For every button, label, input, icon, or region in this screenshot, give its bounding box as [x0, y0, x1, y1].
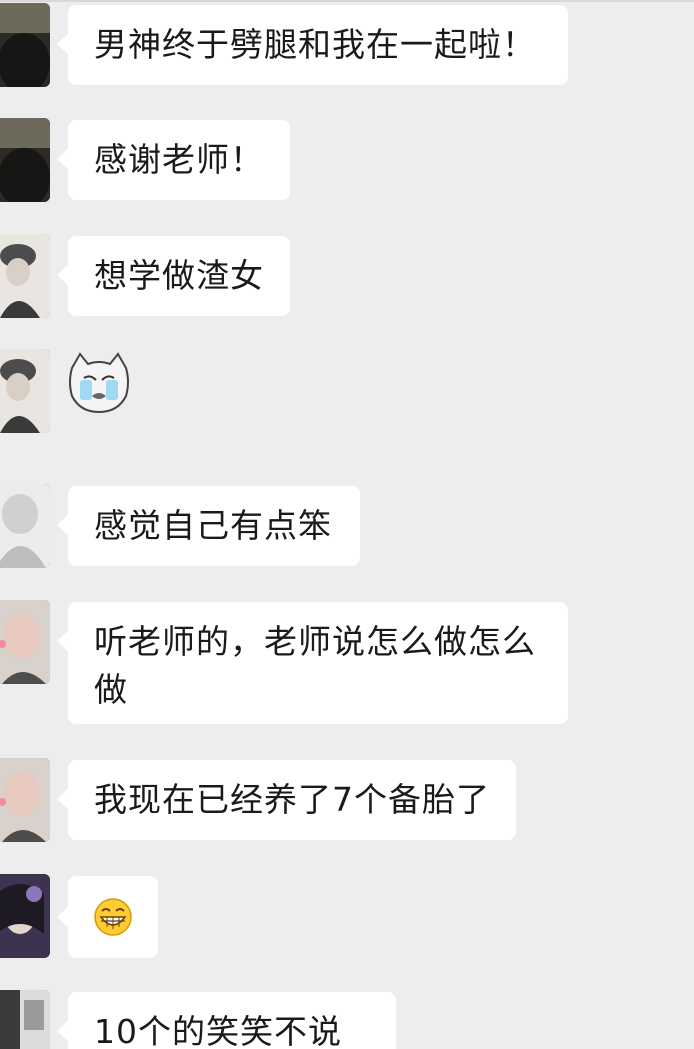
message-bubble[interactable]: 感谢老师！	[57, 120, 290, 200]
message-text: 男神终于劈腿和我在一起啦！	[94, 25, 536, 64]
message-bubble[interactable]: 我现在已经养了7个备胎了	[57, 760, 516, 840]
avatar[interactable]	[0, 349, 50, 433]
divider	[0, 0, 694, 2]
crying-face-sticker-icon[interactable]	[66, 350, 132, 416]
message-text: 我现在已经养了7个备胎了	[94, 780, 490, 819]
message-bubble[interactable]: 男神终于劈腿和我在一起啦！	[57, 5, 568, 85]
avatar[interactable]	[0, 758, 50, 842]
message-bubble[interactable]	[57, 876, 158, 958]
message-bubble[interactable]: 10个的笑笑不说话	[57, 992, 396, 1049]
message-text: 感觉自己有点笨	[94, 506, 332, 545]
avatar[interactable]	[0, 600, 50, 684]
chat-window: 男神终于劈腿和我在一起啦！ 感谢老师！ 想学做渣女 感觉自己有点笨 听老师的，老…	[0, 0, 694, 1049]
avatar[interactable]	[0, 990, 50, 1049]
message-text: 10个的笑笑不说话	[94, 1012, 342, 1049]
message-text: 听老师的，老师说怎么做怎么做	[94, 622, 536, 709]
message-bubble[interactable]: 想学做渣女	[57, 236, 290, 316]
avatar[interactable]	[0, 3, 50, 87]
message-bubble[interactable]: 感觉自己有点笨	[57, 486, 360, 566]
message-bubble[interactable]: 听老师的，老师说怎么做怎么做	[57, 602, 568, 724]
avatar[interactable]	[0, 118, 50, 202]
avatar[interactable]	[0, 874, 50, 958]
message-text: 想学做渣女	[94, 256, 264, 295]
message-text: 感谢老师！	[94, 140, 264, 179]
avatar[interactable]	[0, 234, 50, 318]
grin-emoji-icon	[94, 898, 132, 936]
avatar[interactable]	[0, 484, 50, 568]
